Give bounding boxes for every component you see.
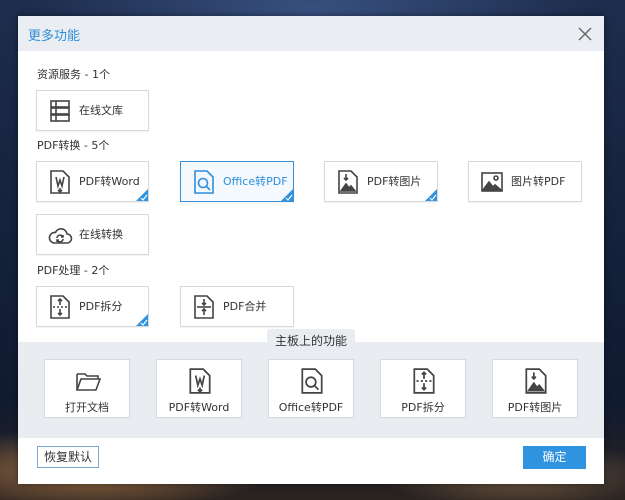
tile-label: PDF合并 — [223, 300, 267, 313]
pdf-split-icon — [410, 367, 438, 395]
folder-open-icon — [74, 367, 102, 395]
title-bar: 更多功能 — [18, 16, 604, 51]
more-functions-dialog: 更多功能 资源服务 - 1个 在线文库 PDF转换 - 5个 PDF转Word — [18, 16, 604, 484]
added-check-icon — [136, 189, 148, 201]
pdf-to-word-icon — [47, 169, 73, 195]
tile-label: 图片转PDF — [511, 175, 566, 188]
main-tile-pdf-to-word[interactable]: PDF转Word — [156, 359, 242, 418]
dialog-title: 更多功能 — [28, 29, 81, 44]
pdf-to-image-icon — [335, 169, 361, 195]
added-check-icon — [136, 314, 148, 326]
main-tile-pdf-split[interactable]: PDF拆分 — [380, 359, 466, 418]
tile-label: PDF转图片 — [367, 175, 422, 188]
tile-pdf-merge[interactable]: PDF合并 — [180, 286, 294, 327]
main-tile-label: PDF拆分 — [401, 401, 445, 414]
main-tile-open-document[interactable]: 打开文档 — [44, 359, 130, 418]
close-icon[interactable] — [575, 24, 595, 44]
main-board-title: 主板上的功能 — [267, 329, 355, 353]
pdf-split-icon — [47, 294, 73, 320]
office-to-pdf-icon — [298, 367, 326, 395]
section-label-convert: PDF转换 - 5个 — [37, 139, 110, 152]
image-to-pdf-icon — [479, 169, 505, 195]
ok-button[interactable]: 确定 — [523, 446, 586, 469]
added-check-icon — [425, 189, 437, 201]
tile-pdf-to-word[interactable]: PDF转Word — [36, 161, 149, 202]
tile-label: 在线文库 — [79, 104, 123, 117]
tile-online-library[interactable]: 在线文库 — [36, 90, 149, 131]
main-tile-label: Office转PDF — [278, 401, 344, 414]
restore-default-button[interactable]: 恢复默认 — [37, 446, 99, 468]
pdf-to-word-icon — [186, 367, 214, 395]
pdf-merge-icon — [191, 294, 217, 320]
tile-label: 在线转换 — [79, 228, 123, 241]
tile-label: Office转PDF — [223, 175, 288, 188]
section-label-resource: 资源服务 - 1个 — [37, 68, 110, 81]
main-tile-label: PDF转图片 — [507, 401, 563, 414]
tile-office-to-pdf[interactable]: Office转PDF — [180, 161, 294, 202]
cloud-convert-icon — [47, 222, 73, 248]
pdf-to-image-icon — [522, 367, 550, 395]
office-to-pdf-icon — [191, 169, 217, 195]
tile-online-convert[interactable]: 在线转换 — [36, 214, 149, 255]
added-check-icon — [281, 189, 293, 201]
main-tile-label: PDF转Word — [168, 401, 230, 414]
tile-pdf-to-image[interactable]: PDF转图片 — [324, 161, 438, 202]
tile-image-to-pdf[interactable]: 图片转PDF — [468, 161, 582, 202]
main-tile-office-to-pdf[interactable]: Office转PDF — [268, 359, 354, 418]
tile-label: PDF转Word — [79, 175, 140, 188]
main-tile-label: 打开文档 — [65, 401, 109, 414]
main-tile-pdf-to-image[interactable]: PDF转图片 — [492, 359, 578, 418]
tile-label: PDF拆分 — [79, 300, 123, 313]
tile-pdf-split[interactable]: PDF拆分 — [36, 286, 149, 327]
section-label-process: PDF处理 - 2个 — [37, 264, 110, 277]
library-stack-icon — [47, 98, 73, 124]
